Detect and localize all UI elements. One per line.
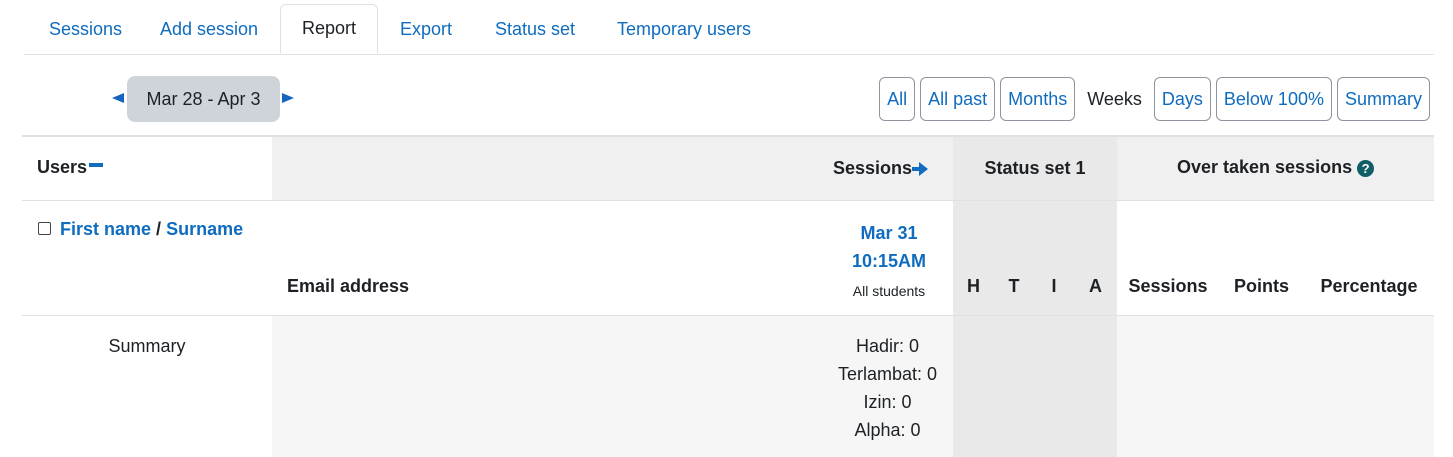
subheader-row: First name / Surname Email address Mar 3…: [22, 200, 1435, 315]
name-sort-cell: First name / Surname: [22, 200, 272, 315]
summary-stats: Hadir: 0 Terlambat: 0 Izin: 0 Alpha: 0: [838, 332, 937, 444]
summary-row: Summary Hadir: 0 Terlambat: 0 Izin: 0 Al…: [22, 315, 1435, 457]
name-separator: /: [151, 218, 167, 239]
summary-label: Summary: [108, 335, 186, 356]
help-icon[interactable]: ?: [1357, 159, 1375, 177]
status-h-header: H: [953, 200, 994, 315]
tab-sessions[interactable]: Sessions: [48, 6, 123, 54]
sessions-header-cell: Sessions: [272, 136, 953, 200]
sort-first-name-link[interactable]: First name: [60, 219, 151, 239]
status-set-header: Status set 1: [953, 136, 1118, 200]
status-i-header: I: [1034, 200, 1074, 315]
filter-all-button[interactable]: All: [879, 77, 916, 121]
status-a-header: A: [1074, 200, 1118, 315]
tab-add-session[interactable]: Add session: [159, 6, 259, 54]
tab-export[interactable]: Export: [399, 6, 453, 54]
summary-over-points: [1219, 315, 1305, 457]
summary-stat-terlambat: Terlambat: 0: [837, 363, 937, 384]
users-header-cell: Users: [22, 136, 272, 200]
summary-status-a: [1074, 315, 1118, 457]
view-filter-group: All All past Months Weeks Days Below 100…: [879, 77, 1430, 121]
filter-summary-button[interactable]: Summary: [1336, 77, 1430, 121]
over-percentage-header: Percentage: [1320, 275, 1418, 296]
summary-status-i: [1034, 315, 1074, 457]
email-session-cell: Email address Mar 31 10:15AM All student…: [272, 200, 953, 315]
sort-surname-link[interactable]: Surname: [166, 219, 243, 239]
summary-over-percentage: [1304, 315, 1435, 457]
summary-stat-alpha: Alpha: 0: [854, 419, 921, 440]
filter-all-past-button[interactable]: All past: [920, 77, 996, 121]
users-header: Users: [37, 157, 88, 177]
date-range-button[interactable]: Mar 28 - Apr 3: [127, 76, 280, 122]
filter-months-button[interactable]: Months: [1000, 77, 1076, 121]
over-taken-sessions-header: Over taken sessions: [1176, 157, 1353, 177]
tab-status-set[interactable]: Status set: [494, 6, 576, 54]
header-row: Users Sessions Status set 1 Over taken s…: [22, 136, 1435, 200]
summary-stat-hadir: Hadir: 0: [855, 335, 919, 356]
over-sessions-header: Sessions: [1128, 275, 1208, 296]
arrow-right-icon[interactable]: [912, 162, 928, 176]
select-all-checkbox[interactable]: [38, 221, 51, 235]
summary-over-sessions: [1117, 315, 1220, 457]
filter-below-100-button[interactable]: Below 100%: [1215, 77, 1332, 121]
email-address-header: Email address: [287, 275, 410, 296]
tab-temporary-users[interactable]: Temporary users: [616, 6, 752, 54]
next-week-arrow-icon[interactable]: [282, 93, 294, 103]
tab-bar: Sessions Add session Report Export Statu…: [24, 0, 1434, 55]
over-points-header: Points: [1234, 275, 1290, 296]
over-taken-header-cell: Over taken sessions ?: [1117, 136, 1435, 200]
summary-status-t: [994, 315, 1034, 457]
filter-days-button[interactable]: Days: [1153, 77, 1211, 121]
session-column-header: Mar 31 10:15AM All students: [852, 219, 926, 305]
summary-stat-izin: Izin: 0: [863, 391, 912, 412]
filter-weeks-current: Weeks: [1087, 89, 1142, 109]
sessions-header: Sessions: [832, 157, 912, 178]
previous-week-arrow-icon[interactable]: [112, 93, 124, 103]
status-t-header: T: [994, 200, 1034, 315]
tab-report[interactable]: Report: [280, 4, 378, 54]
attendance-report-table: Users Sessions Status set 1 Over taken s…: [22, 135, 1435, 457]
session-group-label: All students: [852, 282, 926, 299]
collapse-minus-icon[interactable]: [89, 163, 104, 167]
session-time-link[interactable]: 10:15AM: [852, 247, 926, 275]
summary-status-h: [953, 315, 994, 457]
summary-stats-cell: Hadir: 0 Terlambat: 0 Izin: 0 Alpha: 0: [272, 315, 953, 457]
session-date-link[interactable]: Mar 31: [852, 219, 926, 247]
